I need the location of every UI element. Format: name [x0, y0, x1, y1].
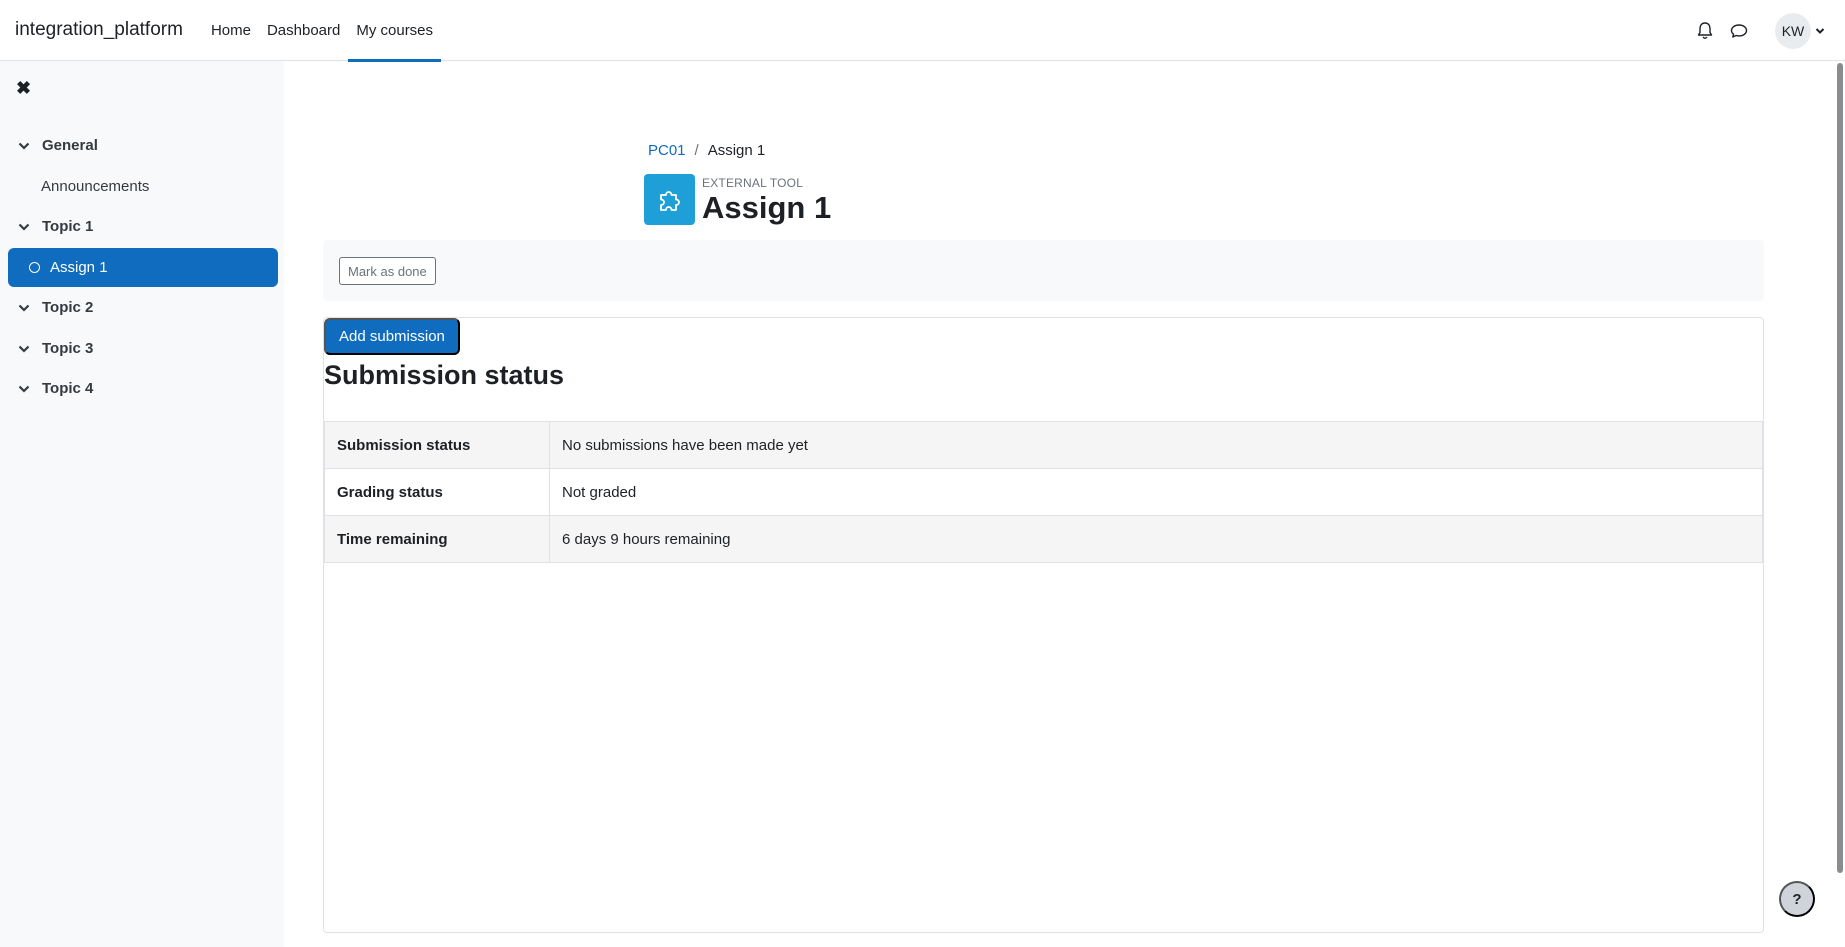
activity-content-frame: Add submission Submission status Submiss…	[323, 317, 1764, 933]
section-general[interactable]: General	[18, 137, 98, 154]
section-title: Topic 2	[42, 299, 94, 316]
close-icon[interactable]: ✖	[16, 79, 34, 97]
site-brand[interactable]: integration_platform	[15, 19, 183, 41]
top-navbar: integration_platform Home Dashboard My c…	[0, 0, 1845, 62]
table-row: Submission status No submissions have be…	[324, 421, 1763, 469]
table-row: Grading status Not graded	[324, 468, 1763, 516]
bell-icon[interactable]	[1695, 21, 1715, 41]
mark-as-done-button[interactable]: Mark as done	[339, 257, 436, 285]
navbar-user-area: KW	[1695, 0, 1825, 61]
avatar: KW	[1775, 12, 1811, 49]
row-label: Grading status	[324, 468, 550, 516]
section-topic-3[interactable]: Topic 3	[18, 340, 93, 357]
help-button[interactable]: ?	[1779, 881, 1815, 917]
section-topic-2[interactable]: Topic 2	[18, 299, 93, 316]
activity-type-label: EXTERNAL TOOL	[702, 176, 804, 190]
row-value: 6 days 9 hours remaining	[549, 515, 1763, 563]
activity-assign-1[interactable]: Assign 1	[8, 248, 278, 287]
row-value: Not graded	[549, 468, 1763, 516]
section-topic-4[interactable]: Topic 4	[18, 380, 93, 397]
row-label: Submission status	[324, 421, 550, 469]
nav-home-link[interactable]: Home	[203, 0, 259, 61]
add-submission-button[interactable]: Add submission	[324, 318, 460, 355]
completion-circle-icon	[29, 262, 40, 273]
breadcrumb-course-link[interactable]: PC01	[648, 142, 686, 159]
chevron-down-icon[interactable]	[18, 221, 30, 233]
page-scrollbar[interactable]	[1837, 63, 1843, 873]
breadcrumb: PC01 / Assign 1	[648, 142, 765, 159]
section-title: Topic 4	[42, 380, 94, 397]
section-title: Topic 1	[42, 218, 94, 235]
table-row: Time remaining 6 days 9 hours remaining	[324, 515, 1763, 563]
nav-dashboard-link[interactable]: Dashboard	[259, 0, 348, 61]
submission-status-table: Submission status No submissions have be…	[324, 421, 1763, 563]
chevron-down-icon	[1815, 22, 1825, 39]
section-title: General	[42, 137, 98, 154]
nav-my-courses-link[interactable]: My courses	[348, 0, 441, 62]
chevron-down-icon[interactable]	[18, 302, 30, 314]
course-index-drawer: ✖ General Announcements Topic 1 Assign 1…	[0, 61, 284, 947]
chat-bubble-icon[interactable]	[1729, 21, 1749, 41]
puzzle-piece-icon	[644, 174, 695, 225]
primary-navigation: Home Dashboard My courses	[203, 0, 441, 62]
user-menu-toggle[interactable]: KW	[1775, 12, 1825, 49]
submission-status-heading: Submission status	[324, 360, 565, 390]
section-title: Topic 3	[42, 340, 94, 357]
chevron-down-icon[interactable]	[18, 383, 30, 395]
section-topic-1[interactable]: Topic 1	[18, 218, 93, 235]
chevron-down-icon[interactable]	[18, 140, 30, 152]
breadcrumb-separator: /	[694, 142, 699, 159]
row-value: No submissions have been made yet	[549, 421, 1763, 469]
activity-announcements[interactable]: Announcements	[41, 178, 149, 195]
activity-label: Assign 1	[50, 259, 108, 276]
page-title: Assign 1	[702, 190, 832, 225]
breadcrumb-current: Assign 1	[707, 142, 766, 159]
activity-completion-bar: Mark as done	[323, 240, 1764, 301]
row-label: Time remaining	[324, 515, 550, 563]
chevron-down-icon[interactable]	[18, 343, 30, 355]
